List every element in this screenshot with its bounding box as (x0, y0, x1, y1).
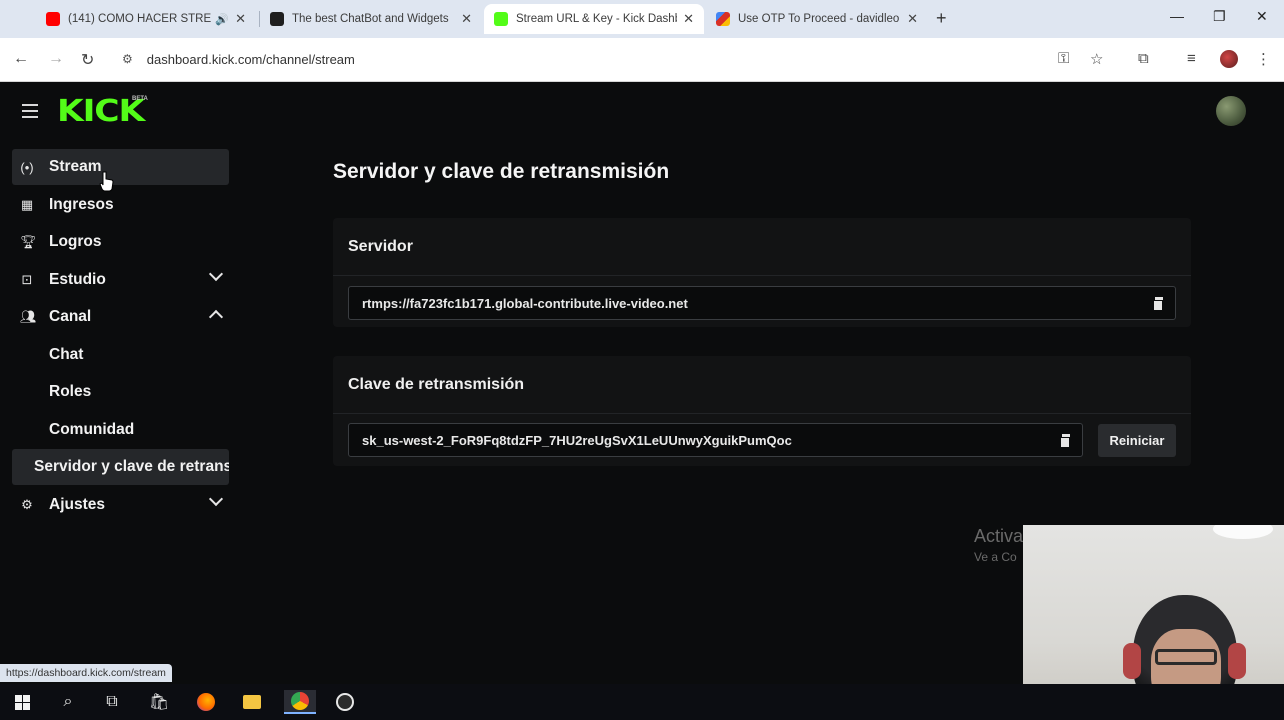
forward-button[interactable]: → (48, 50, 64, 68)
profile-avatar[interactable] (1220, 50, 1238, 68)
restore-button[interactable]: ❐ (1213, 8, 1226, 25)
gear-icon: ⚙ (21, 497, 33, 512)
sidebar-item-label: Estudio (49, 271, 106, 288)
sidebar-item-estudio[interactable]: ⊡ Estudio (12, 262, 229, 298)
reload-button[interactable]: ↻ (81, 50, 94, 70)
sidebar-item-ajustes[interactable]: ⚙ Ajustes (12, 487, 229, 523)
stream-key-card-title: Clave de retransmisión (333, 356, 1191, 414)
close-icon[interactable]: ✕ (235, 11, 246, 27)
windows-taskbar: ⌕ ⧉ 🛍︎ (0, 684, 1284, 720)
tab-title: The best ChatBot and Widgets (292, 13, 449, 25)
obs-icon[interactable] (331, 690, 359, 714)
tab-gmail[interactable]: Use OTP To Proceed - davidleo ✕ (706, 4, 928, 34)
sidebar-item-label: Stream (49, 158, 102, 175)
chrome-icon[interactable] (284, 690, 316, 714)
tab-title: Use OTP To Proceed - davidleo (738, 13, 900, 25)
bot-icon (270, 12, 284, 26)
copy-icon[interactable] (1060, 434, 1070, 448)
search-icon[interactable]: ⌕ (54, 690, 82, 714)
address-bar[interactable]: ⚙ dashboard.kick.com/channel/stream (112, 44, 1112, 74)
mouse-cursor-icon (99, 171, 114, 192)
server-card-title: Servidor (333, 218, 1191, 276)
media-control-icon[interactable]: ≡ (1187, 50, 1196, 67)
chart-icon: ▦ (20, 197, 34, 212)
users-icon: 👥︎ (20, 309, 37, 324)
browser-toolbar: ← → ↻ ⚙ dashboard.kick.com/channel/strea… (0, 38, 1284, 82)
activation-watermark: Activa Ve a Co (974, 526, 1023, 564)
back-button[interactable]: ← (13, 50, 29, 68)
extensions-icon[interactable]: ⧉ (1138, 50, 1149, 67)
user-avatar[interactable] (1216, 96, 1246, 126)
tab-title: (141) COMO HACER STREAM (68, 13, 212, 25)
windows-start-icon[interactable] (8, 690, 36, 714)
sidebar-item-label: Servidor y clave de retransmisión (34, 458, 229, 475)
chevron-down-icon[interactable] (208, 491, 224, 507)
sidebar-item-label: Canal (49, 308, 92, 325)
sidebar-item-label: Ingresos (49, 196, 114, 213)
studio-icon: ⊡ (21, 272, 33, 287)
status-bar-url: https://dashboard.kick.com/stream (0, 664, 172, 682)
server-url-value: rtmps://fa723fc1b171.global-contribute.l… (362, 295, 688, 311)
sidebar-item-label: Comunidad (49, 421, 135, 438)
tab-youtube[interactable]: (141) COMO HACER STREAM 🔊 ✕ (36, 4, 256, 34)
close-icon[interactable]: ✕ (683, 11, 694, 27)
server-url-field[interactable]: rtmps://fa723fc1b171.global-contribute.l… (348, 286, 1176, 320)
gmail-icon (716, 12, 730, 26)
browser-tab-bar: (141) COMO HACER STREAM 🔊 ✕ The best Cha… (0, 0, 1284, 38)
store-icon[interactable]: 🛍︎ (145, 690, 173, 714)
tab-title: Stream URL & Key - Kick Dashb (516, 13, 678, 25)
minimize-button[interactable]: — (1170, 8, 1184, 24)
firefox-icon[interactable] (192, 690, 220, 714)
copy-icon[interactable] (1153, 297, 1163, 311)
watermark-line-1: Activa (974, 526, 1024, 546)
sidebar-item-comunidad[interactable]: Comunidad (12, 412, 229, 448)
broadcast-icon: (•) (20, 159, 34, 175)
close-icon[interactable]: ✕ (461, 11, 472, 27)
file-explorer-icon[interactable] (238, 690, 266, 714)
tab-chatbot[interactable]: The best ChatBot and Widgets ✕ (260, 4, 482, 34)
youtube-icon (46, 12, 60, 26)
sidebar-item-label: Ajustes (49, 496, 105, 513)
bookmark-star-icon[interactable]: ☆ (1090, 50, 1103, 68)
sidebar-item-chat[interactable]: Chat (12, 337, 229, 373)
reset-key-button[interactable]: Reiniciar (1098, 424, 1176, 457)
key-icon[interactable]: ⚿ (1058, 50, 1069, 67)
page-title: Servidor y clave de retransmisión (333, 160, 670, 183)
chevron-down-icon[interactable] (208, 266, 224, 282)
sidebar-item-ingresos[interactable]: ▦ Ingresos (12, 187, 229, 223)
chevron-up-icon[interactable] (208, 309, 224, 325)
menu-icon[interactable]: ⋮ (1256, 50, 1271, 68)
sidebar-item-canal[interactable]: 👥︎ Canal (12, 299, 229, 335)
task-view-icon[interactable]: ⧉ (98, 690, 126, 714)
sidebar-item-label: Chat (49, 346, 84, 363)
stream-key-value: sk_us-west-2_FoR9Fq8tdzFP_7HU2reUgSvX1Le… (362, 432, 792, 448)
beta-badge: BETA (132, 96, 148, 102)
sidebar-item-stream[interactable]: (•) Stream (12, 149, 229, 185)
sidebar-item-label: Roles (49, 383, 92, 400)
watermark-line-2: Ve a Co (974, 550, 1017, 564)
trophy-icon: 🏆︎ (20, 234, 37, 249)
kick-icon (494, 12, 508, 26)
sidebar-item-logros[interactable]: 🏆︎ Logros (12, 224, 229, 260)
tab-kick-dashboard[interactable]: Stream URL & Key - Kick Dashb ✕ (484, 4, 704, 34)
site-info-icon[interactable]: ⚙ (122, 52, 133, 66)
headphone-right (1228, 643, 1246, 679)
stream-key-field[interactable]: sk_us-west-2_FoR9Fq8tdzFP_7HU2reUgSvX1Le… (348, 423, 1083, 457)
hamburger-menu-icon[interactable] (22, 104, 38, 122)
person-glasses (1155, 649, 1217, 665)
sidebar-item-servidor-clave[interactable]: Servidor y clave de retransmisión (12, 449, 229, 485)
ceiling-light (1213, 525, 1273, 539)
url-text: dashboard.kick.com/channel/stream (146, 51, 355, 67)
headphone-left (1123, 643, 1141, 679)
new-tab-button[interactable]: + (936, 8, 947, 29)
kick-logo[interactable]: KICK (57, 94, 145, 129)
close-icon[interactable]: ✕ (907, 11, 918, 27)
sidebar-item-roles[interactable]: Roles (12, 374, 229, 410)
sidebar-item-label: Logros (49, 233, 102, 250)
close-window-button[interactable]: ✕ (1256, 8, 1268, 25)
speaker-icon[interactable]: 🔊 (215, 13, 229, 26)
